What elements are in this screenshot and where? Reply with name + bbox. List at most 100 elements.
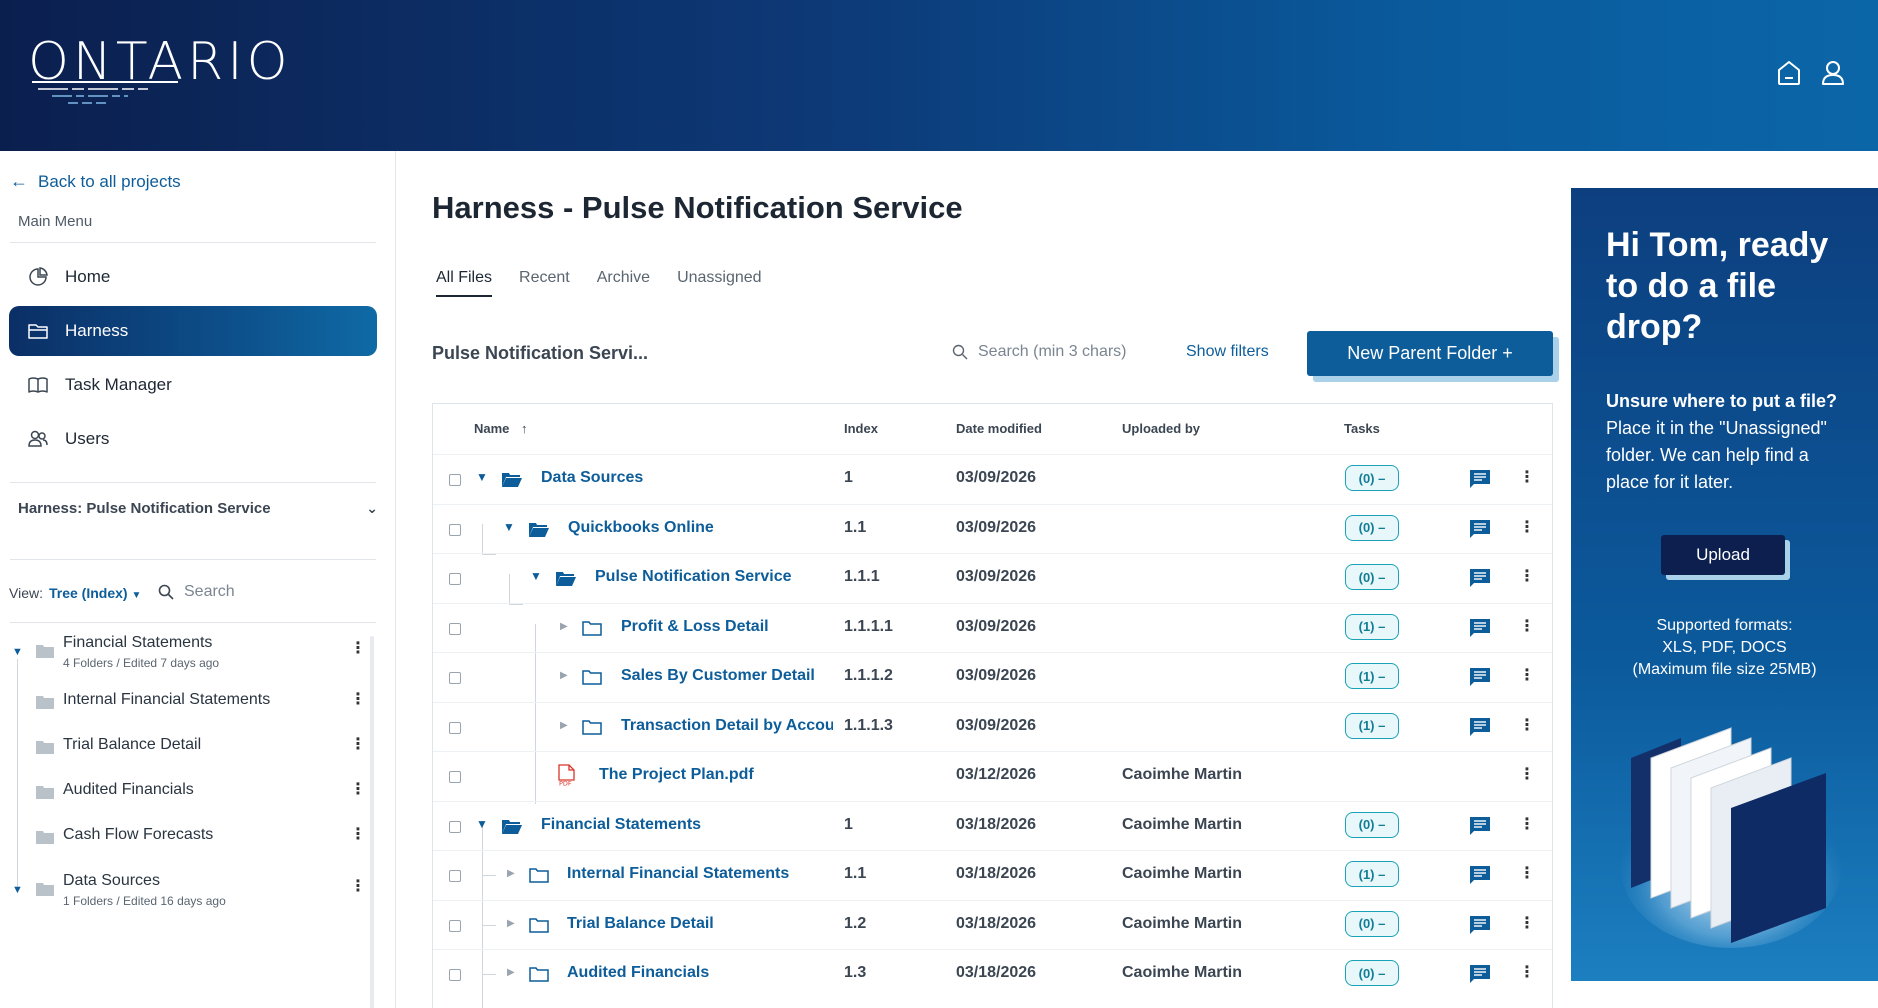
more-options-icon[interactable]: ⋮: [1519, 863, 1535, 883]
more-options-icon[interactable]: ⋮: [1519, 665, 1535, 685]
tab-all-files[interactable]: All Files: [436, 269, 493, 297]
more-options-icon[interactable]: ⋮: [350, 638, 366, 658]
comment-icon[interactable]: [1469, 568, 1491, 588]
more-options-icon[interactable]: ⋮: [1519, 715, 1535, 735]
column-header-name[interactable]: Name ↑: [474, 421, 528, 436]
more-options-icon[interactable]: ⋮: [1519, 764, 1535, 784]
column-header-tasks[interactable]: Tasks: [1344, 421, 1380, 436]
nav-item-task-manager[interactable]: Task Manager: [9, 360, 377, 410]
back-to-projects-link[interactable]: ← Back to all projects: [10, 171, 181, 192]
more-options-icon[interactable]: ⋮: [350, 824, 366, 844]
sidebar-search[interactable]: Search: [158, 583, 235, 601]
column-header-index[interactable]: Index: [844, 421, 878, 436]
more-options-icon[interactable]: ⋮: [1519, 962, 1535, 982]
arrow-left-icon: ←: [10, 171, 28, 191]
table-row[interactable]: ▼ Pulse Notification Service 1.1.1 03/09…: [433, 553, 1552, 603]
divider: [10, 559, 376, 560]
row-checkbox[interactable]: [449, 919, 461, 932]
row-checkbox[interactable]: [449, 573, 461, 585]
table-row[interactable]: ▶ Audited Financials 1.3 03/18/2026 Caoi…: [433, 949, 1552, 999]
task-count-badge[interactable]: (0) –: [1345, 811, 1399, 838]
column-header-uploaded-by[interactable]: Uploaded by: [1122, 421, 1200, 436]
table-row[interactable]: ▶ Trial Balance Detail 1.2 03/18/2026 Ca…: [433, 899, 1552, 950]
row-date: 03/09/2026: [956, 617, 1037, 635]
caret-right-icon[interactable]: ▶: [560, 720, 568, 731]
more-options-icon[interactable]: ⋮: [350, 876, 366, 896]
comment-icon[interactable]: [1469, 964, 1491, 984]
caret-down-icon[interactable]: ▼: [503, 520, 515, 534]
row-checkbox[interactable]: [449, 672, 461, 684]
table-row[interactable]: ▶ Sales By Customer Detail 1.1.1.2 03/09…: [433, 652, 1552, 702]
caret-right-icon[interactable]: ▶: [507, 918, 515, 929]
task-count-badge[interactable]: (0) –: [1345, 960, 1399, 986]
task-count-badge[interactable]: (1) –: [1345, 613, 1399, 640]
table-row[interactable]: ▶ Internal Financial Statements 1.1 03/1…: [433, 850, 1552, 900]
more-options-icon[interactable]: ⋮: [1519, 517, 1535, 537]
comment-icon[interactable]: [1469, 519, 1491, 539]
table-row[interactable]: PDF The Project Plan.pdf 03/12/2026 Caoi…: [433, 751, 1552, 801]
task-count-badge[interactable]: (0) –: [1345, 564, 1399, 590]
comment-icon[interactable]: [1469, 667, 1491, 687]
row-checkbox[interactable]: [449, 474, 461, 486]
caret-right-icon[interactable]: ▶: [507, 868, 515, 879]
nav-item-harness[interactable]: Harness: [9, 306, 377, 356]
comment-icon[interactable]: [1469, 618, 1491, 638]
column-header-date[interactable]: Date modified: [956, 421, 1042, 436]
nav-item-home[interactable]: Home: [9, 252, 377, 302]
row-checkbox[interactable]: [449, 820, 461, 833]
more-options-icon[interactable]: ⋮: [1519, 913, 1535, 933]
more-options-icon[interactable]: ⋮: [1519, 566, 1535, 586]
nav-item-users[interactable]: Users: [9, 414, 377, 464]
caret-down-icon[interactable]: ▼: [476, 470, 488, 484]
row-checkbox[interactable]: [449, 523, 461, 536]
tab-recent[interactable]: Recent: [519, 269, 570, 297]
more-options-icon[interactable]: ⋮: [1519, 616, 1535, 636]
caret-down-icon[interactable]: ▼: [530, 569, 542, 583]
tree-line: [17, 659, 18, 889]
tab-unassigned[interactable]: Unassigned: [677, 269, 762, 297]
row-index: 1.3: [844, 964, 867, 981]
file-search-input[interactable]: Search (min 3 chars): [952, 343, 1127, 361]
task-count-badge[interactable]: (1) –: [1345, 663, 1399, 689]
caret-down-icon[interactable]: ▼: [476, 817, 488, 831]
table-row[interactable]: ▼ Data Sources 1 03/09/2026 (0) – ⋮: [433, 454, 1552, 504]
table-row[interactable]: ▶ Profit & Loss Detail 1.1.1.1 03/09/202…: [433, 602, 1552, 653]
tab-archive[interactable]: Archive: [597, 269, 650, 297]
more-options-icon[interactable]: ⋮: [350, 734, 366, 754]
task-count-badge[interactable]: (1) –: [1345, 861, 1399, 887]
task-count-badge[interactable]: (1) –: [1345, 712, 1399, 739]
ontario-logo[interactable]: ONTARIO: [28, 32, 328, 112]
row-checkbox[interactable]: [449, 870, 461, 882]
more-options-icon[interactable]: ⋮: [350, 779, 366, 799]
show-filters-button[interactable]: Show filters: [1186, 343, 1269, 361]
comment-icon[interactable]: [1469, 865, 1491, 885]
row-checkbox[interactable]: [449, 721, 461, 734]
tree-item-title: Financial Statements: [63, 634, 213, 651]
caret-right-icon[interactable]: ▶: [507, 967, 515, 978]
row-checkbox[interactable]: [449, 771, 461, 783]
view-mode-dropdown[interactable]: Tree (Index) ▼: [49, 585, 141, 601]
row-checkbox[interactable]: [449, 969, 461, 981]
task-count-badge[interactable]: (0) –: [1345, 465, 1399, 491]
task-count-badge[interactable]: (0) –: [1345, 910, 1399, 937]
caret-right-icon[interactable]: ▶: [560, 621, 568, 632]
new-parent-folder-button[interactable]: New Parent Folder +: [1307, 331, 1553, 376]
sidebar-scrollbar[interactable]: [370, 636, 374, 1008]
more-options-icon[interactable]: ⋮: [350, 689, 366, 709]
upload-button[interactable]: Upload: [1661, 535, 1785, 575]
comment-icon[interactable]: [1469, 717, 1491, 737]
project-select[interactable]: Harness: Pulse Notification Service ⌄: [18, 500, 378, 517]
comment-icon[interactable]: [1469, 816, 1491, 836]
task-count-badge[interactable]: (0) –: [1345, 514, 1399, 541]
more-options-icon[interactable]: ⋮: [1519, 814, 1535, 834]
table-row[interactable]: ▼ Quickbooks Online 1.1 03/09/2026 (0) –…: [433, 503, 1552, 554]
user-icon[interactable]: [1818, 58, 1848, 88]
comment-icon[interactable]: [1469, 915, 1491, 935]
table-row[interactable]: ▶ Transaction Detail by Accou 1.1.1.3 03…: [433, 701, 1552, 752]
comment-icon[interactable]: [1469, 469, 1491, 489]
home-icon[interactable]: [1774, 58, 1804, 88]
table-row[interactable]: ▼ Financial Statements 1 03/18/2026 Caoi…: [433, 800, 1552, 851]
row-checkbox[interactable]: [449, 622, 461, 635]
caret-right-icon[interactable]: ▶: [560, 670, 568, 681]
more-options-icon[interactable]: ⋮: [1519, 467, 1535, 487]
